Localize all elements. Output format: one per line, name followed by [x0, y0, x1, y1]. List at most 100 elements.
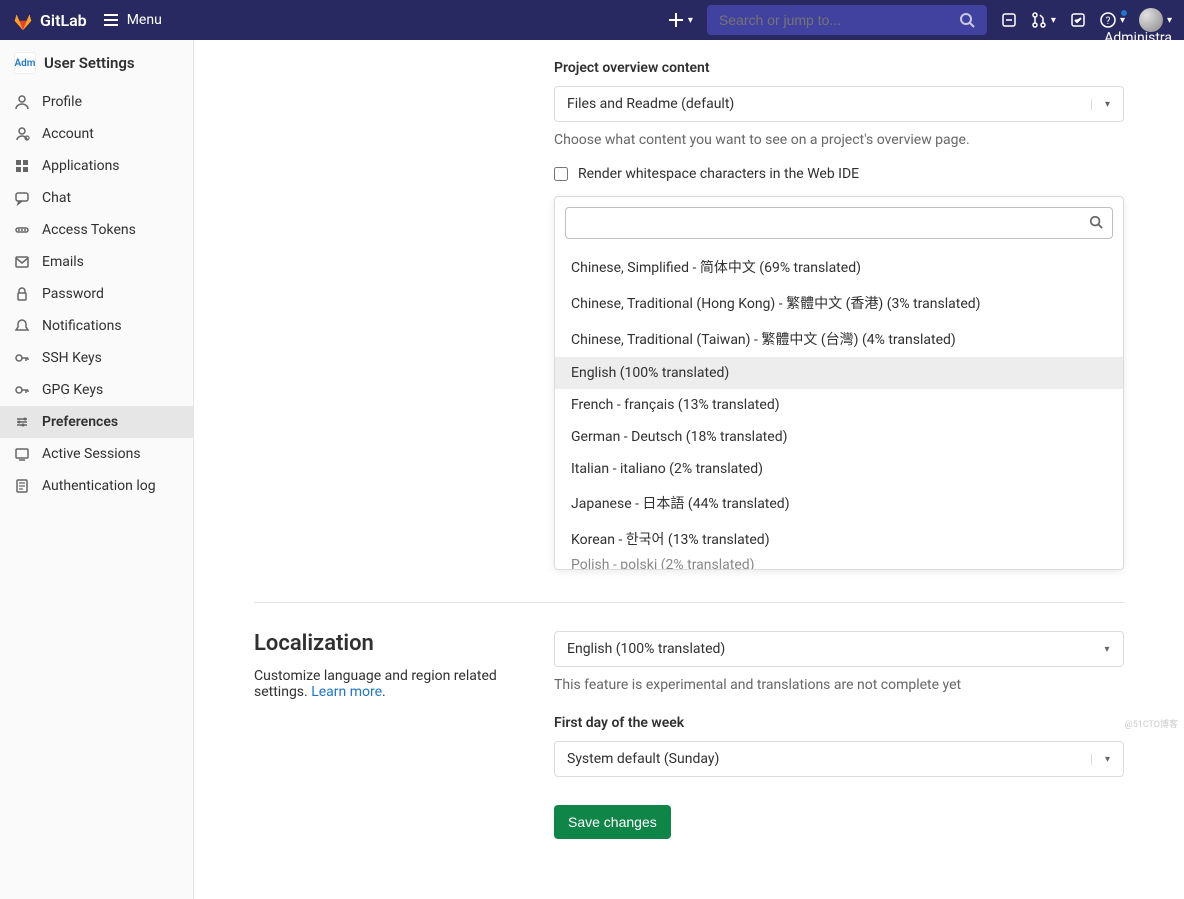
chevron-down-icon: ▾: [1091, 754, 1123, 765]
hamburger-icon: [103, 12, 119, 28]
language-help: This feature is experimental and transla…: [554, 677, 1124, 693]
new-menu[interactable]: ▾: [668, 12, 693, 28]
localization-heading: Localization: [254, 631, 522, 656]
sidebar-item-label: Notifications: [42, 318, 122, 334]
chevron-down-icon: ▾: [1167, 15, 1172, 26]
sidebar-item-label: Password: [42, 286, 104, 302]
overview-label: Project overview content: [554, 60, 1124, 76]
sidebar-title[interactable]: Adm User Settings: [0, 40, 193, 86]
language-option[interactable]: Chinese, Traditional (Taiwan) - 繁體中文 (台灣…: [555, 321, 1123, 357]
localization-desc: Customize language and region related se…: [254, 668, 522, 700]
gitlab-logo[interactable]: GitLab: [12, 9, 87, 31]
sidebar-item-label: Profile: [42, 94, 82, 110]
language-option[interactable]: English (100% translated): [555, 357, 1123, 389]
whitespace-checkbox[interactable]: [554, 167, 568, 181]
language-option[interactable]: French - français (13% translated): [555, 389, 1123, 421]
sidebar-item-notifications[interactable]: Notifications: [0, 310, 193, 342]
sidebar-item-authentication-log[interactable]: Authentication log: [0, 470, 193, 502]
password-icon: [14, 286, 30, 302]
menu-toggle[interactable]: Menu: [103, 12, 162, 28]
chat-icon: [14, 190, 30, 206]
top-navbar: GitLab Menu ▾ ▾ ? ▾: [0, 0, 1184, 40]
overview-select[interactable]: Files and Readme (default) ▾: [554, 86, 1124, 122]
sidebar-item-access-tokens[interactable]: Access Tokens: [0, 214, 193, 246]
sidebar-item-gpg-keys[interactable]: GPG Keys: [0, 374, 193, 406]
sidebar-item-chat[interactable]: Chat: [0, 182, 193, 214]
sidebar-item-label: Account: [42, 126, 94, 142]
language-option[interactable]: Chinese, Simplified - 简体中文 (69% translat…: [555, 249, 1123, 285]
language-dropdown-panel: Chinese, Simplified - 简体中文 (69% translat…: [554, 196, 1124, 570]
authlog-icon: [14, 478, 30, 494]
issues-icon: [1001, 12, 1017, 28]
language-option[interactable]: Japanese - 日本語 (44% translated): [555, 485, 1123, 521]
search-input[interactable]: [719, 12, 959, 28]
avatar-icon: [1139, 8, 1163, 32]
chevron-down-icon: ▾: [688, 15, 693, 26]
sidebar-item-label: Active Sessions: [42, 446, 141, 462]
sidebar-item-label: Preferences: [42, 414, 118, 430]
profile-icon: [14, 94, 30, 110]
sidebar-item-emails[interactable]: Emails: [0, 246, 193, 278]
language-option[interactable]: Korean - 한국어 (13% translated): [555, 521, 1123, 557]
chevron-down-icon: ▾: [1091, 99, 1123, 110]
preferences-icon: [14, 414, 30, 430]
key-icon: [14, 350, 30, 366]
admin-label: Administra: [1104, 30, 1172, 46]
sidebar-item-profile[interactable]: Profile: [0, 86, 193, 118]
sidebar-item-active-sessions[interactable]: Active Sessions: [0, 438, 193, 470]
key-icon: [14, 382, 30, 398]
week-select[interactable]: System default (Sunday) ▾: [554, 741, 1124, 777]
language-option-list: Chinese, Simplified - 简体中文 (69% translat…: [555, 249, 1123, 569]
token-icon: [14, 222, 30, 238]
notification-dot: [1120, 9, 1128, 17]
global-search[interactable]: [707, 5, 987, 35]
account-icon: [14, 126, 30, 142]
applications-icon: [14, 158, 30, 174]
language-option[interactable]: Italian - italiano (2% translated): [555, 453, 1123, 485]
search-icon: [1089, 215, 1103, 233]
sidebar-item-label: Authentication log: [42, 478, 156, 494]
language-option[interactable]: Polish - polski (2% translated): [555, 557, 1123, 569]
sidebar-item-label: Applications: [42, 158, 120, 174]
sidebar-item-preferences[interactable]: Preferences: [0, 406, 193, 438]
sessions-icon: [14, 446, 30, 462]
todo-icon: [1070, 12, 1086, 28]
sidebar-item-label: Emails: [42, 254, 84, 270]
merge-requests-icon-link[interactable]: ▾: [1031, 12, 1056, 28]
sidebar-item-label: Access Tokens: [42, 222, 136, 238]
language-search-input[interactable]: [565, 207, 1113, 239]
merge-request-icon: [1031, 12, 1047, 28]
chevron-down-icon: ▾: [1051, 15, 1056, 26]
gitlab-icon: [12, 9, 34, 31]
main-content: Project overview content Files and Readm…: [194, 40, 1184, 899]
user-menu[interactable]: ▾ Administra: [1139, 8, 1172, 32]
sidebar-item-label: Chat: [42, 190, 71, 206]
language-option[interactable]: Chinese, Traditional (Hong Kong) - 繁體中文 …: [555, 285, 1123, 321]
sidebar-item-account[interactable]: Account: [0, 118, 193, 150]
sidebar-item-label: SSH Keys: [42, 350, 102, 366]
language-select[interactable]: English (100% translated) ▾: [554, 631, 1124, 667]
overview-help: Choose what content you want to see on a…: [554, 132, 1124, 148]
section-divider: [254, 602, 1124, 603]
whitespace-label: Render whitespace characters in the Web …: [578, 166, 859, 182]
sidebar-avatar: Adm: [14, 52, 36, 74]
language-option[interactable]: German - Deutsch (18% translated): [555, 421, 1123, 453]
help-icon-link[interactable]: ? ▾: [1100, 12, 1125, 28]
issues-icon-link[interactable]: [1001, 12, 1017, 28]
svg-text:?: ?: [1106, 16, 1111, 27]
sidebar-item-label: GPG Keys: [42, 382, 103, 398]
learn-more-link[interactable]: Learn more: [311, 684, 382, 700]
search-icon: [959, 12, 975, 28]
sidebar: Adm User Settings Profile Account Applicat…: [0, 40, 194, 899]
notifications-icon: [14, 318, 30, 334]
emails-icon: [14, 254, 30, 270]
plus-icon: [668, 12, 684, 28]
save-button[interactable]: Save changes: [554, 805, 671, 839]
todos-icon-link[interactable]: [1070, 12, 1086, 28]
help-icon: ?: [1100, 12, 1116, 28]
sidebar-item-applications[interactable]: Applications: [0, 150, 193, 182]
sidebar-item-ssh-keys[interactable]: SSH Keys: [0, 342, 193, 374]
sidebar-item-password[interactable]: Password: [0, 278, 193, 310]
watermark: @51CTO博客: [1125, 717, 1178, 730]
week-label: First day of the week: [554, 715, 1124, 731]
